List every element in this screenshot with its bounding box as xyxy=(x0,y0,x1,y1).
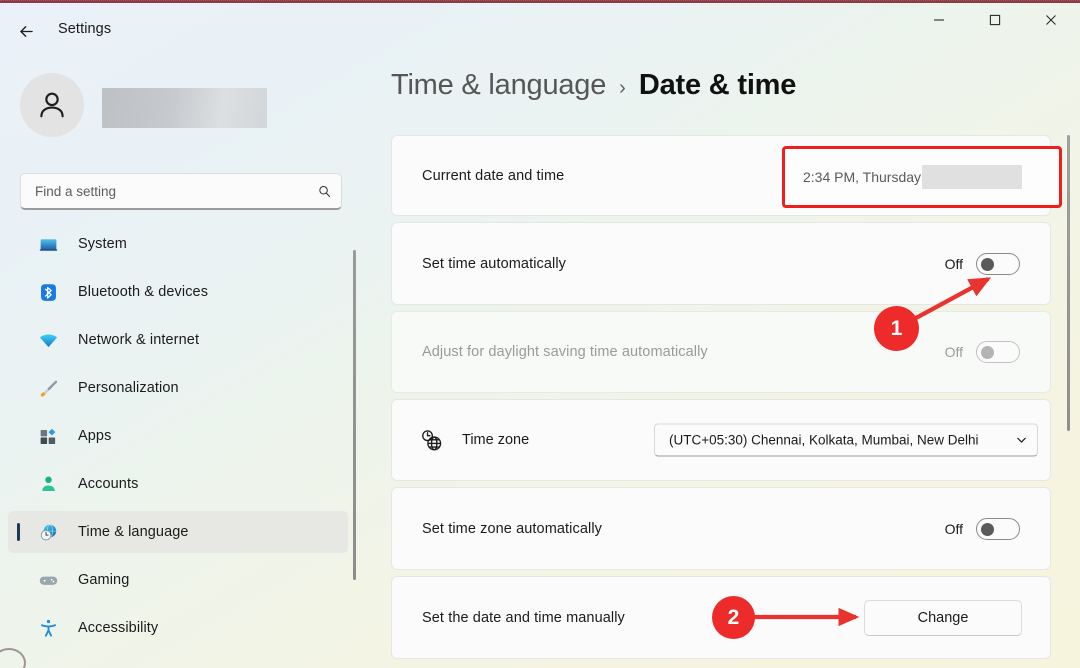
page-title: Date & time xyxy=(638,69,797,101)
card-set-time-zone-automatically: Set time zone automatically Off xyxy=(391,487,1051,570)
sidebar-item-label: Accounts xyxy=(78,476,139,492)
apps-grid-icon xyxy=(34,424,62,448)
main-content: Time & language › Date & time Current da… xyxy=(380,55,1080,668)
wifi-icon xyxy=(34,328,62,352)
sidebar-item-label: Network & internet xyxy=(78,332,200,348)
sidebar-item-personalization[interactable]: Personalization xyxy=(8,367,348,409)
account-name-redacted xyxy=(102,88,267,128)
nav-list: System Bluetooth & devices Network & int… xyxy=(8,223,348,663)
time-zone-selected-value: (UTC+05:30) Chennai, Kolkata, Mumbai, Ne… xyxy=(669,432,979,448)
set-timezone-automatically-toggle-group: Off xyxy=(944,517,1020,540)
maximize-icon xyxy=(989,14,1001,26)
set-timezone-automatically-toggle[interactable] xyxy=(976,517,1020,540)
user-avatar-icon xyxy=(40,92,64,118)
card-time-zone: Time zone (UTC+05:30) Chennai, Kolkata, … xyxy=(391,399,1051,481)
search-box[interactable] xyxy=(20,173,342,210)
close-button[interactable] xyxy=(1028,3,1074,37)
sidebar-item-label: Gaming xyxy=(78,572,130,588)
current-datetime-value: 2:34 PM, Thursday xyxy=(803,165,1023,189)
toggle-knob xyxy=(981,346,994,359)
close-icon xyxy=(1046,15,1056,25)
card-current-date-and-time: Current date and time 2:34 PM, Thursday xyxy=(391,135,1062,216)
breadcrumb: Time & language › Date & time xyxy=(391,69,796,102)
account-row[interactable] xyxy=(20,73,320,139)
titlebar: Settings xyxy=(0,3,1080,55)
current-datetime-label: Current date and time xyxy=(422,167,565,184)
dst-automatically-state: Off xyxy=(944,344,963,360)
sidebar-item-label: Time & language xyxy=(78,524,189,540)
search-input[interactable] xyxy=(21,183,307,199)
back-button[interactable] xyxy=(10,15,42,47)
dst-automatically-label: Adjust for daylight saving time automati… xyxy=(422,344,708,360)
sidebar-item-network-internet[interactable]: Network & internet xyxy=(8,319,348,361)
person-icon xyxy=(34,472,62,496)
set-timezone-automatically-label: Set time zone automatically xyxy=(422,520,603,537)
card-set-time-automatically: Set time automatically Off xyxy=(391,222,1051,305)
maximize-button[interactable] xyxy=(972,3,1018,37)
current-datetime-redacted xyxy=(922,165,1023,189)
set-time-automatically-toggle-group: Off xyxy=(944,252,1020,275)
monitor-icon xyxy=(34,232,62,256)
search-icon[interactable] xyxy=(307,184,341,199)
clock-globe-icon xyxy=(34,520,62,544)
avatar xyxy=(20,73,84,137)
breadcrumb-parent-link[interactable]: Time & language xyxy=(391,69,606,102)
card-adjust-daylight-saving: Adjust for daylight saving time automati… xyxy=(391,311,1051,393)
paintbrush-icon xyxy=(34,376,62,400)
sidebar-item-system[interactable]: System xyxy=(8,223,348,265)
minimize-icon xyxy=(934,19,944,21)
toggle-knob xyxy=(981,257,994,271)
current-datetime-highlight-box: 2:34 PM, Thursday xyxy=(782,146,1062,208)
window-top-border xyxy=(0,0,1080,3)
sidebar-item-label: Accessibility xyxy=(78,620,159,636)
breadcrumb-separator-icon: › xyxy=(619,77,626,99)
sidebar-item-bluetooth-devices[interactable]: Bluetooth & devices xyxy=(8,271,348,313)
sidebar-item-gaming[interactable]: Gaming xyxy=(8,559,348,601)
dst-automatically-toggle xyxy=(976,341,1020,363)
change-button[interactable]: Change xyxy=(864,599,1022,636)
sidebar-item-accessibility[interactable]: Accessibility xyxy=(8,607,348,649)
sidebar-item-apps[interactable]: Apps xyxy=(8,415,348,457)
accessibility-icon xyxy=(34,616,62,640)
time-zone-label: Time zone xyxy=(462,432,530,448)
minimize-button[interactable] xyxy=(916,3,962,37)
chevron-down-icon xyxy=(1005,435,1037,446)
clock-globe-icon xyxy=(417,427,445,453)
dst-toggle-group: Off xyxy=(945,341,1020,363)
sidebar-item-label: Personalization xyxy=(78,380,179,396)
current-datetime-text: 2:34 PM, Thursday xyxy=(803,169,922,185)
time-zone-select[interactable]: (UTC+05:30) Chennai, Kolkata, Mumbai, Ne… xyxy=(654,423,1038,457)
app-title: Settings xyxy=(58,21,112,37)
set-time-automatically-state: Off xyxy=(944,255,963,272)
sidebar-item-time-language[interactable]: Time & language xyxy=(8,511,348,553)
selection-indicator xyxy=(17,523,20,541)
sidebar-item-label: System xyxy=(78,236,127,252)
bluetooth-icon xyxy=(34,280,62,304)
set-manually-label: Set the date and time manually xyxy=(422,609,625,626)
set-timezone-automatically-state: Off xyxy=(944,520,963,537)
set-time-automatically-label: Set time automatically xyxy=(422,255,567,272)
sidebar-item-accounts[interactable]: Accounts xyxy=(8,463,348,505)
main-scrollbar[interactable] xyxy=(1067,135,1070,431)
arrow-left-icon xyxy=(19,25,33,37)
sidebar-scrollbar[interactable] xyxy=(353,250,356,580)
gamepad-icon xyxy=(34,568,62,592)
sidebar-item-label: Apps xyxy=(78,428,112,444)
sidebar-item-label: Bluetooth & devices xyxy=(78,284,209,300)
toggle-knob xyxy=(981,522,994,536)
sidebar: System Bluetooth & devices xyxy=(0,55,360,668)
set-time-automatically-toggle[interactable] xyxy=(976,252,1020,275)
card-set-date-time-manually: Set the date and time manually Change xyxy=(391,576,1051,659)
